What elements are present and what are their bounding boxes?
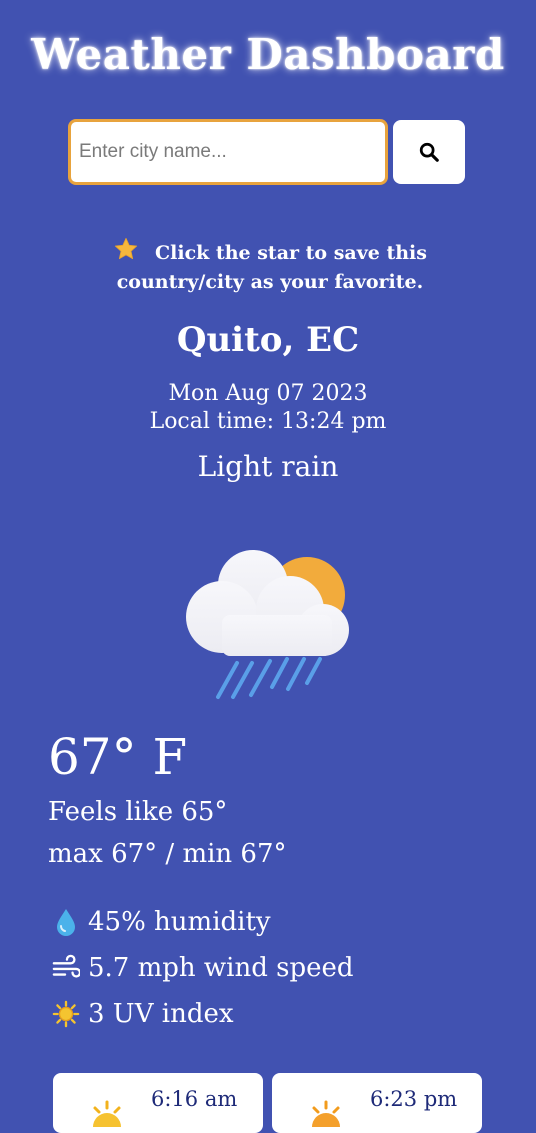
search-bar [68,119,468,185]
droplet-icon [57,909,75,936]
sunrise-card: 6:16 am [53,1073,263,1133]
humidity-text: 45% humidity [88,907,271,937]
uv-text: 3 UV index [88,999,234,1029]
favorite-hint: Click the star to save this country/city… [60,236,480,297]
sunset-icon [312,1100,340,1127]
uv-stat: 3 UV index [52,998,234,1030]
wind-text: 5.7 mph wind speed [88,953,354,983]
page-title: Weather Dashboard [31,30,505,79]
sunset-time: 6:23 pm [370,1087,458,1111]
humidity-stat: 45% humidity [52,906,271,938]
search-icon [419,142,439,162]
star-icon[interactable] [113,236,139,262]
wind-stat: 5.7 mph wind speed [52,952,354,984]
city-name: Quito, EC [176,320,360,360]
date-time: Mon Aug 07 2023 Local time: 13:24 pm [0,380,536,436]
temperature: 67° F [48,728,188,786]
sun-icon [52,1000,80,1028]
wind-icon [52,954,80,978]
search-button[interactable] [393,120,465,184]
sunrise-icon [93,1100,121,1127]
sunset-card: 6:23 pm [272,1073,482,1133]
favorite-note-text: Click the star to save this country/city… [116,242,427,293]
cloud-sun-rain-icon [186,550,349,699]
feels-like: Feels like 65° [48,797,228,827]
sunrise-time: 6:16 am [151,1087,238,1111]
weather-condition: Light rain [197,450,339,483]
min-max-temperature: max 67° / min 67° [48,839,287,869]
local-time-label: Local time: 13:24 pm [149,409,387,434]
date-label: Mon Aug 07 2023 [168,381,368,406]
search-input[interactable] [68,119,388,185]
